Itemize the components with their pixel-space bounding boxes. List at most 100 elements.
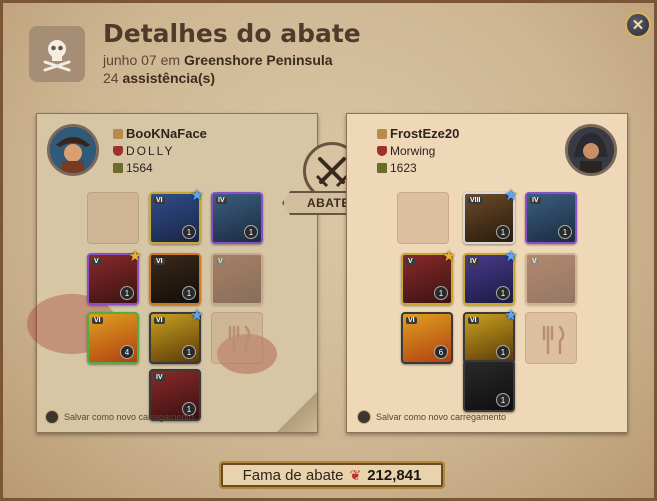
potion-slot[interactable]: VI 6 bbox=[401, 312, 453, 364]
cape-slot[interactable]: IV 1 bbox=[525, 192, 577, 244]
assist-count: 24 assistência(s) bbox=[103, 70, 215, 86]
victim-name-row: FrostEze20 bbox=[377, 126, 459, 141]
quantity-badge: 1 bbox=[496, 345, 510, 359]
quantity-badge: 1 bbox=[496, 286, 510, 300]
tier-badge: IV bbox=[154, 374, 165, 381]
mainhand-slot[interactable]: V ★ 1 bbox=[87, 249, 142, 305]
star-icon: ★ bbox=[504, 248, 518, 265]
quantity-badge: 1 bbox=[434, 286, 448, 300]
head-slot[interactable]: VIII ★ 1 bbox=[463, 188, 518, 244]
killer-avatar[interactable] bbox=[47, 124, 99, 176]
close-icon[interactable]: ✕ bbox=[632, 16, 645, 34]
tier-badge: IV bbox=[530, 197, 541, 204]
star-icon: ★ bbox=[128, 248, 142, 265]
victim-avatar[interactable] bbox=[565, 124, 617, 176]
tier-badge: VI bbox=[154, 197, 165, 204]
victim-ip-row: 1623 bbox=[377, 161, 417, 175]
killer-guild[interactable]: DOLLY bbox=[126, 144, 174, 158]
quantity-badge: 1 bbox=[558, 225, 572, 239]
killer-panel: BooKNaFace DOLLY 1564 VI ★ 1 IV 1 V ★ 1 … bbox=[27, 113, 318, 433]
boots-slot[interactable]: VI ★ 1 bbox=[463, 308, 518, 364]
save-loadout-label[interactable]: Salvar como novo carregamento bbox=[64, 412, 194, 422]
tier-badge: V bbox=[530, 258, 539, 265]
star-icon: ★ bbox=[190, 187, 204, 204]
killer-name[interactable]: BooKNaFace bbox=[126, 126, 207, 141]
item-power-icon bbox=[377, 163, 387, 173]
quantity-badge: 6 bbox=[434, 345, 448, 359]
victim-guild[interactable]: Morwing bbox=[390, 144, 435, 158]
boots-slot[interactable]: VI ★ 1 bbox=[149, 308, 204, 364]
save-loadout-link-victim[interactable]: Salvar como novo carregamento bbox=[357, 410, 506, 424]
tier-badge: VI bbox=[468, 317, 479, 324]
quantity-badge: 1 bbox=[244, 225, 258, 239]
star-icon: ★ bbox=[504, 187, 518, 204]
tier-badge: V bbox=[216, 258, 225, 265]
kill-location: Greenshore Peninsula bbox=[183, 52, 333, 68]
cape-slot[interactable]: IV 1 bbox=[211, 192, 263, 244]
mount-slot[interactable]: 1 bbox=[463, 360, 515, 412]
kill-fame-label: Fama de abate bbox=[242, 466, 344, 484]
assist-label: assistência(s) bbox=[122, 70, 216, 86]
victim-panel: FrostEze20 Morwing 1623 VIII ★ 1 IV 1 V … bbox=[346, 113, 628, 433]
head-slot[interactable]: VI ★ 1 bbox=[149, 188, 204, 244]
fork-knife-icon bbox=[228, 325, 251, 355]
kill-date: junho 07 bbox=[103, 52, 157, 68]
tier-badge: IV bbox=[468, 258, 479, 265]
tier-badge: VIII bbox=[468, 197, 483, 204]
fork-knife-icon bbox=[542, 325, 565, 355]
tier-badge: V bbox=[92, 258, 101, 265]
kill-fame-bar: Fama de abate ❦ 212,841 bbox=[219, 461, 445, 489]
quantity-badge: 1 bbox=[182, 286, 196, 300]
assist-number: 24 bbox=[103, 70, 119, 86]
quantity-badge: 1 bbox=[120, 286, 134, 300]
close-button[interactable]: ✕ bbox=[625, 12, 651, 38]
bag-slot-empty bbox=[397, 192, 449, 244]
page-curl bbox=[277, 392, 317, 432]
star-icon: ★ bbox=[442, 248, 456, 265]
guild-shield-icon bbox=[113, 146, 123, 156]
star-icon: ★ bbox=[504, 307, 518, 324]
kill-date-location: junho 07 em Greenshore Peninsula bbox=[103, 52, 333, 68]
offhand-slot-ghost: V bbox=[211, 253, 263, 305]
bag-slot-empty bbox=[87, 192, 139, 244]
item-power-icon bbox=[113, 163, 123, 173]
victim-item-power: 1623 bbox=[390, 161, 417, 175]
star-icon: ★ bbox=[190, 307, 204, 324]
save-icon[interactable] bbox=[357, 410, 371, 424]
food-slot-empty bbox=[211, 312, 263, 364]
potion-slot[interactable]: VI 4 bbox=[87, 312, 139, 364]
page-title: Detalhes do abate bbox=[103, 19, 361, 48]
armor-slot[interactable]: IV ★ 1 bbox=[463, 249, 518, 305]
offhand-slot-ghost: V bbox=[525, 253, 577, 305]
save-loadout-label[interactable]: Salvar como novo carregamento bbox=[376, 412, 506, 422]
killer-name-row: BooKNaFace bbox=[113, 126, 207, 141]
tier-badge: VI bbox=[92, 317, 103, 324]
tier-badge: VI bbox=[154, 258, 165, 265]
tier-badge: V bbox=[406, 258, 415, 265]
player-icon bbox=[377, 128, 387, 139]
killer-guild-row: DOLLY bbox=[113, 144, 174, 158]
victim-guild-row: Morwing bbox=[377, 144, 435, 158]
skull-crossbones-icon bbox=[29, 26, 85, 82]
player-icon bbox=[113, 128, 123, 139]
food-slot-empty bbox=[525, 312, 577, 364]
armor-slot[interactable]: VI 1 bbox=[149, 253, 201, 305]
tier-badge: VI bbox=[406, 317, 417, 324]
save-icon[interactable] bbox=[45, 410, 59, 424]
quantity-badge: 1 bbox=[182, 345, 196, 359]
kill-fame-value: 212,841 bbox=[367, 466, 422, 484]
blood-drop-icon: ❦ bbox=[349, 466, 362, 483]
victim-name[interactable]: FrostEze20 bbox=[390, 126, 459, 141]
killer-item-power: 1564 bbox=[126, 161, 153, 175]
location-prefix: em bbox=[160, 52, 181, 68]
save-loadout-link-killer[interactable]: Salvar como novo carregamento bbox=[45, 410, 194, 424]
tier-badge: VI bbox=[154, 317, 165, 324]
tier-badge: IV bbox=[216, 197, 227, 204]
killer-ip-row: 1564 bbox=[113, 161, 153, 175]
kill-details-window: Detalhes do abate junho 07 em Greenshore… bbox=[0, 0, 657, 501]
quantity-badge: 4 bbox=[120, 345, 134, 359]
guild-shield-icon bbox=[377, 146, 387, 156]
quantity-badge: 1 bbox=[182, 225, 196, 239]
mainhand-slot[interactable]: V ★ 1 bbox=[401, 249, 456, 305]
quantity-badge: 1 bbox=[496, 225, 510, 239]
